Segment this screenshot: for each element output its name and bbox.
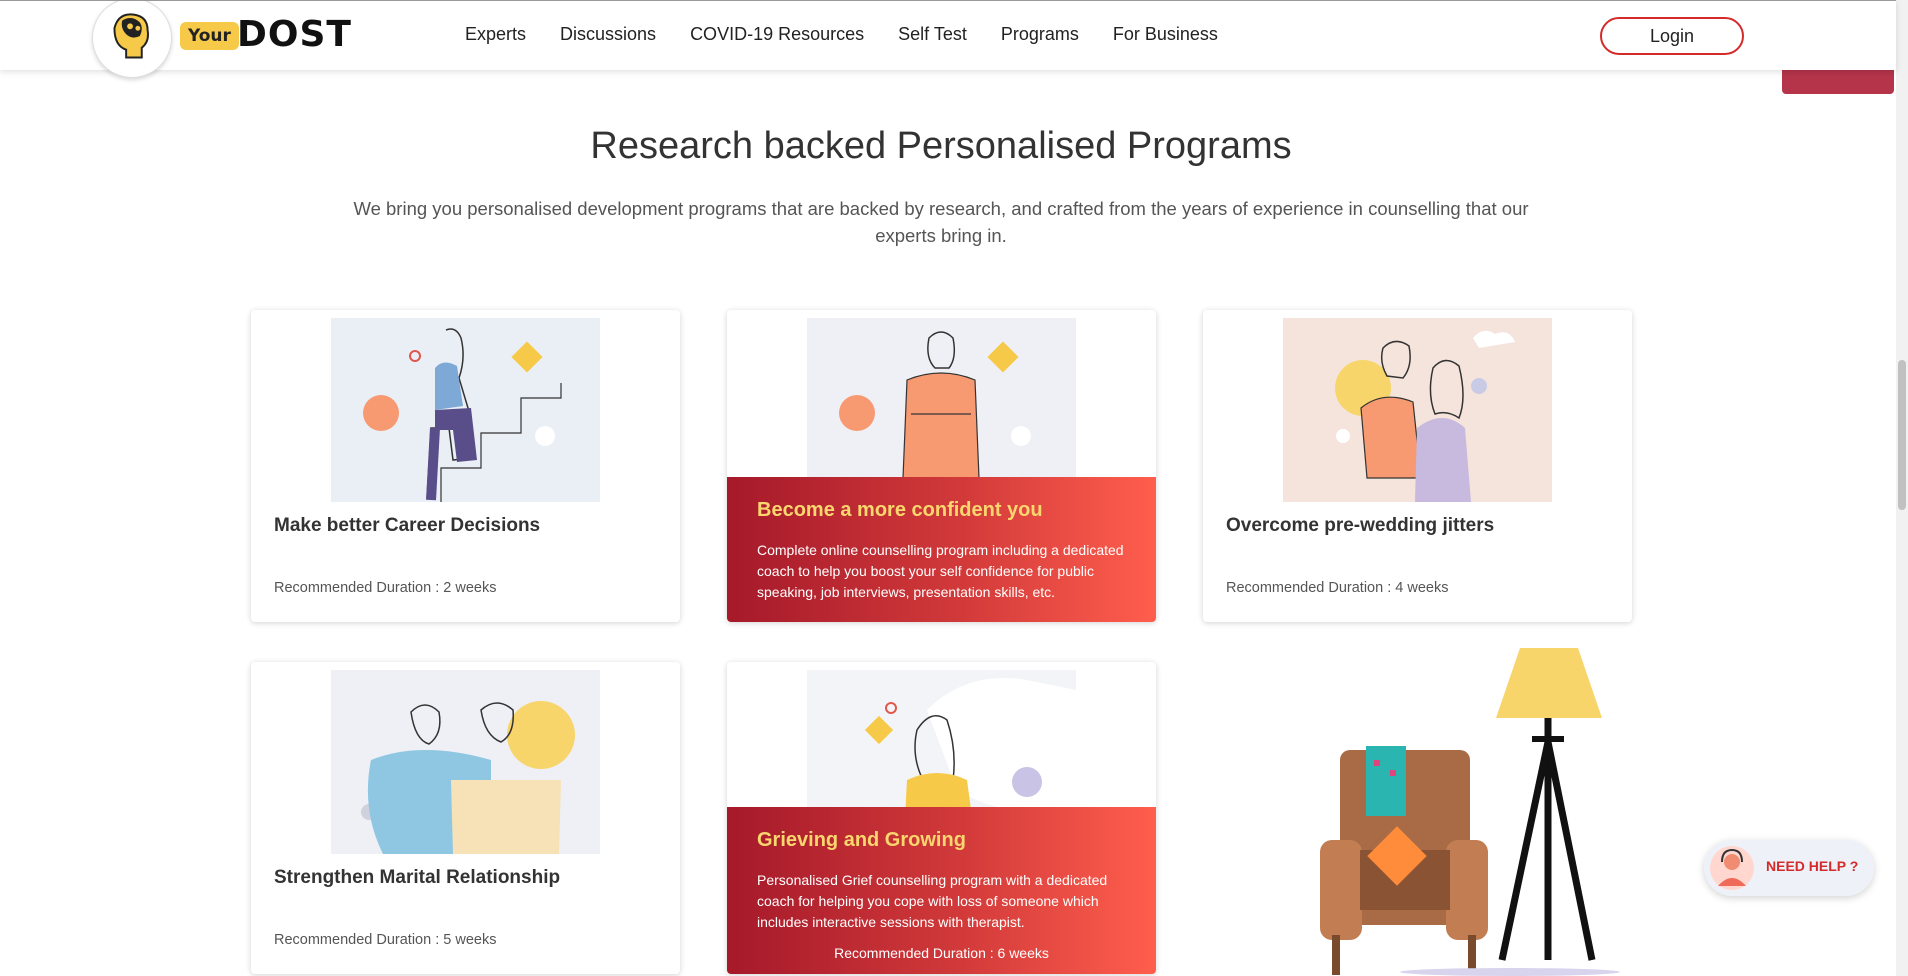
card-title: Overcome pre-wedding jitters: [1226, 515, 1495, 536]
nav-programs[interactable]: Programs: [1001, 24, 1079, 45]
nav-self-test[interactable]: Self Test: [898, 24, 967, 45]
logo-your-badge[interactable]: Your: [180, 22, 239, 50]
overlay-title: Become a more confident you: [757, 499, 1043, 521]
program-card-marital[interactable]: Strengthen Marital Relationship Recommen…: [251, 662, 680, 974]
top-border: [0, 0, 1896, 1]
card-hover-overlay: Become a more confident you Complete onl…: [727, 477, 1156, 622]
armchair-lamp-illustration: [1310, 630, 1630, 976]
nav-experts[interactable]: Experts: [465, 24, 526, 45]
marital-illustration: [331, 670, 600, 854]
card-duration: Recommended Duration : 4 weeks: [1226, 580, 1449, 596]
program-card-grief[interactable]: Grieving and Growing Personalised Grief …: [727, 662, 1156, 974]
main-nav: Experts Discussions COVID-19 Resources S…: [465, 24, 1252, 45]
overlay-title: Grieving and Growing: [757, 829, 966, 851]
support-agent-icon: [1710, 846, 1754, 890]
nav-for-business[interactable]: For Business: [1113, 24, 1218, 45]
wedding-illustration: [1283, 318, 1552, 502]
side-tab[interactable]: [1782, 70, 1894, 94]
nav-covid-resources[interactable]: COVID-19 Resources: [690, 24, 864, 45]
card-title: Make better Career Decisions: [274, 515, 541, 536]
scrollbar-thumb[interactable]: [1898, 360, 1906, 510]
card-hover-overlay: Grieving and Growing Personalised Grief …: [727, 807, 1156, 974]
logo-mascot-icon[interactable]: [92, 0, 172, 78]
need-help-label: NEED HELP ?: [1766, 858, 1859, 874]
confidence-illustration: [807, 318, 1076, 502]
need-help-button[interactable]: NEED HELP ?: [1704, 840, 1874, 896]
card-duration: Recommended Duration : 2 weeks: [274, 580, 497, 596]
card-title: Strengthen Marital Relationship: [274, 867, 561, 888]
career-illustration: [331, 318, 600, 502]
logo-dost-text[interactable]: DOST: [237, 14, 352, 55]
program-card-career[interactable]: Make better Career Decisions Recommended…: [251, 310, 680, 622]
site-header: Your DOST Experts Discussions COVID-19 R…: [0, 0, 1896, 78]
overlay-description: Personalised Grief counselling program w…: [757, 872, 1108, 930]
section-title: Research backed Personalised Programs: [590, 125, 1292, 167]
program-card-wedding[interactable]: Overcome pre-wedding jitters Recommended…: [1203, 310, 1632, 622]
nav-discussions[interactable]: Discussions: [560, 24, 656, 45]
overlay-duration: Recommended Duration : 6 weeks: [834, 945, 1049, 961]
card-duration: Recommended Duration : 5 weeks: [274, 932, 497, 948]
program-card-confidence[interactable]: Become a more confident you Complete onl…: [727, 310, 1156, 622]
overlay-description: Complete online counselling program incl…: [757, 542, 1124, 600]
section-subtitle: We bring you personalised development pr…: [353, 198, 1529, 246]
login-button[interactable]: Login: [1600, 17, 1744, 55]
